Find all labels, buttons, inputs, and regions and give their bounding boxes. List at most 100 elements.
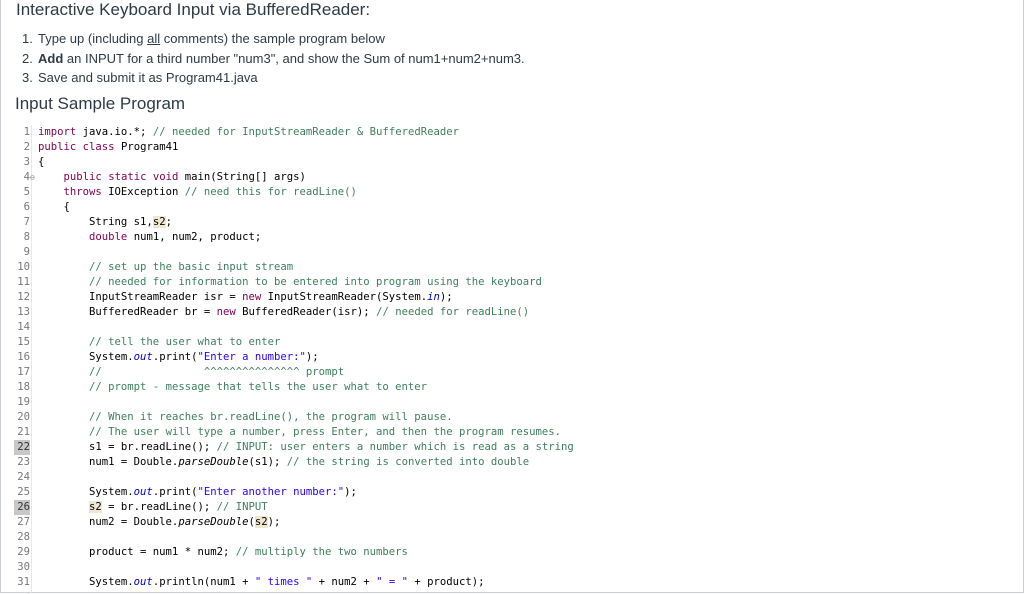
instruction-text: Type up (including	[38, 31, 148, 46]
line-number: 10	[17, 261, 30, 273]
code-line: 20 // When it reaches br.readLine(), the…	[0, 410, 1022, 425]
line-number: 29	[17, 546, 30, 558]
code-listing: 1 import java.io.*; // needed for InputSt…	[0, 125, 1022, 594]
code-text: // set up the basic input stream	[89, 261, 294, 273]
code-text: num1 = Double.parseDouble(s1); // the st…	[38, 456, 530, 468]
page-title: Interactive Keyboard Input via BufferedR…	[16, 0, 371, 19]
line-number: 4	[23, 171, 30, 183]
code-line: 8 double num1, num2, product;	[0, 230, 1022, 245]
code-line: 19	[0, 395, 1022, 410]
code-line: 11 // needed for information to be enter…	[0, 275, 1022, 290]
code-text: {	[38, 156, 45, 168]
line-number: 23	[17, 456, 30, 468]
code-text: // tell the user what to enter	[89, 336, 281, 348]
instruction-number: 3.	[22, 70, 33, 85]
code-text: {	[38, 201, 70, 213]
line-number: 9	[23, 246, 30, 258]
line-number: 15	[17, 336, 30, 348]
line-number: 11	[17, 276, 30, 288]
line-number: 7	[23, 216, 30, 228]
instruction-item: 3. Save and submit it as Program41.java	[22, 68, 525, 88]
line-number: 30	[17, 561, 30, 573]
section-heading: Input Sample Program	[15, 94, 186, 113]
instruction-text: an INPUT for a third number "num3", and …	[63, 50, 525, 66]
code-line: 26 s2 = br.readLine(); // INPUT	[0, 500, 1022, 515]
instruction-emphasis: all	[147, 31, 161, 46]
code-text: s1 = br.readLine(); // INPUT: user enter…	[38, 441, 574, 453]
code-text: num2 = Double.parseDouble(s2);	[38, 516, 281, 528]
code-text: // The user will type a number, press En…	[89, 426, 562, 438]
code-line: 13 BufferedReader br = new BufferedReade…	[0, 305, 1022, 320]
code-text: throws IOException // need this for read…	[63, 186, 357, 198]
line-number: 31	[17, 576, 30, 588]
code-line: 21 // The user will type a number, press…	[0, 425, 1022, 440]
code-line: 4 ⊖ public static void main(String[] args…	[0, 170, 1022, 185]
line-number: 1	[23, 126, 30, 138]
line-number: 2	[23, 141, 30, 153]
code-line: 17 // ^^^^^^^^^^^^^^^ prompt	[0, 365, 1022, 380]
line-number: 22	[14, 440, 30, 455]
line-number: 21	[17, 426, 30, 438]
code-text: System.out.print("Enter a number:");	[38, 351, 319, 363]
fold-marker-icon[interactable]: ⊖	[30, 170, 35, 185]
code-line: 7 String s1,s2;	[0, 215, 1022, 230]
code-text: // When it reaches br.readLine(), the pr…	[89, 411, 453, 423]
line-number: 13	[17, 306, 30, 318]
line-number: 26	[14, 500, 30, 515]
code-line: 22 s1 = br.readLine(); // INPUT: user en…	[0, 440, 1022, 455]
code-line: 12 InputStreamReader isr = new InputStre…	[0, 290, 1022, 305]
line-number: 3	[23, 156, 30, 168]
code-line: 18 // prompt - message that tells the us…	[0, 380, 1022, 395]
code-line: 2 public class Program41	[0, 140, 1022, 155]
line-number: 25	[17, 486, 30, 498]
line-number: 5	[23, 186, 30, 198]
code-line: 29 product = num1 * num2; // multiply th…	[0, 545, 1022, 560]
code-line: 10 // set up the basic input stream	[0, 260, 1022, 275]
instruction-item: 1. Type up (including all comments) the s…	[22, 29, 525, 49]
code-line: 9	[0, 245, 1022, 260]
code-line: 28	[0, 530, 1022, 545]
line-number: 12	[17, 291, 30, 303]
code-text: System.out.println(num1 + " times " + nu…	[38, 576, 485, 588]
line-number: 17	[17, 366, 30, 378]
instruction-item: 2. Add an INPUT for a third number "num3"…	[22, 49, 525, 69]
line-number: 20	[17, 411, 30, 423]
code-line: 31 System.out.println(num1 + " times " +…	[0, 575, 1022, 590]
code-text: BufferedReader br = new BufferedReader(i…	[38, 306, 530, 318]
code-line: 6 {	[0, 200, 1022, 215]
line-number: 18	[17, 381, 30, 393]
code-text: InputStreamReader isr = new InputStreamR…	[38, 291, 453, 303]
line-number: 16	[17, 351, 30, 363]
line-number: 24	[17, 471, 30, 483]
line-number: 14	[17, 321, 30, 333]
code-line: 24	[0, 470, 1022, 485]
code-text: // ^^^^^^^^^^^^^^^ prompt	[89, 366, 345, 378]
code-text: System.out.print("Enter another number:"…	[38, 486, 357, 498]
code-text: import java.io.*; // needed for InputStr…	[38, 126, 459, 138]
line-number: 8	[23, 231, 30, 243]
code-text: String s1,s2;	[38, 216, 172, 228]
code-line: 1 import java.io.*; // needed for InputSt…	[0, 125, 1022, 140]
line-number: 6	[23, 201, 30, 213]
instruction-list: 1. Type up (including all comments) the s…	[22, 29, 525, 88]
code-line: 16 System.out.print("Enter a number:");	[0, 350, 1022, 365]
code-line: 14	[0, 320, 1022, 335]
code-line: 23 num1 = Double.parseDouble(s1); // the…	[0, 455, 1022, 470]
code-line: 25 System.out.print("Enter another numbe…	[0, 485, 1022, 500]
code-line: 30	[0, 560, 1022, 575]
code-line: 15 // tell the user what to enter	[0, 335, 1022, 350]
code-text: public class Program41	[38, 141, 179, 153]
code-line: 3{	[0, 155, 1022, 170]
code-text: s2 = br.readLine(); // INPUT	[89, 501, 268, 513]
code-line: 5 throws IOException // need this for re…	[0, 185, 1022, 200]
instruction-text: comments) the sample program below	[160, 31, 385, 46]
instruction-emphasis: Add	[38, 50, 64, 66]
line-number: 19	[17, 396, 30, 408]
code-text: // prompt - message that tells the user …	[89, 381, 428, 393]
line-number: 27	[17, 516, 30, 528]
instruction-number: 1.	[22, 31, 33, 46]
code-line: 27 num2 = Double.parseDouble(s2);	[0, 515, 1022, 530]
instruction-text: Save and submit it as Program41.java	[38, 70, 258, 85]
code-text: // needed for information to be entered …	[89, 276, 542, 288]
code-text: product = num1 * num2; // multiply the t…	[38, 546, 408, 558]
